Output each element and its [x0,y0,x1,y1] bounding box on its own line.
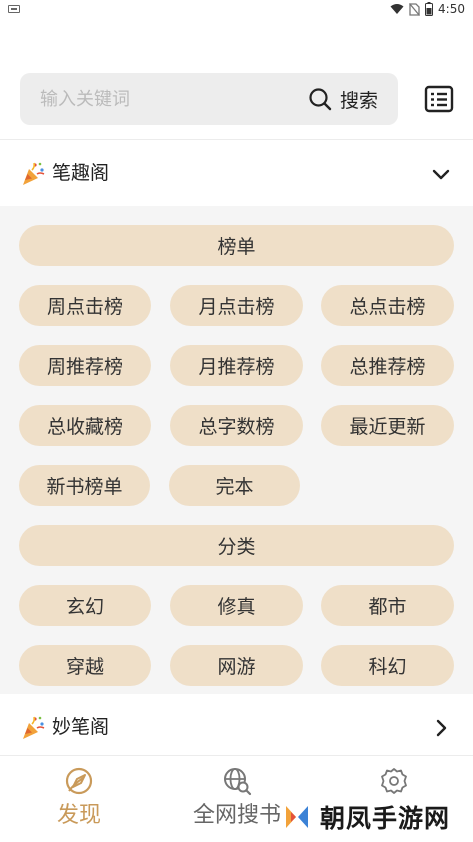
group-header-miaobige[interactable]: 妙笔阁 [0,695,473,759]
party-popper-icon [23,162,45,185]
category-xiuzhen[interactable]: 修真 [170,585,303,626]
category-wangyou[interactable]: 网游 [170,645,303,686]
rank-weekly-recommend[interactable]: 周推荐榜 [19,345,151,386]
search-input[interactable] [40,86,290,112]
category-kehuan[interactable]: 科幻 [321,645,454,686]
search-icon [309,88,332,111]
battery-icon [425,2,434,16]
clock: 4:50 [438,2,465,16]
chevron-right-icon [436,719,447,737]
search-bar: 搜索 [20,73,398,125]
wifi-icon [390,4,404,14]
rank-total-words[interactable]: 总字数榜 [170,405,303,446]
watermark-text: 朝凤手游网 [320,804,451,833]
nav-discover-label: 发现 [56,803,101,828]
nav-discover[interactable]: 发现 [0,756,158,842]
rank-weekly-clicks[interactable]: 周点击榜 [19,285,151,326]
no-sim-icon [409,2,421,16]
section-button-ranking[interactable]: 榜单 [19,225,454,266]
search-button-label: 搜索 [339,89,378,112]
section-button-category[interactable]: 分类 [19,525,454,566]
rank-total-favorites[interactable]: 总收藏榜 [19,405,151,446]
category-chuanyue[interactable]: 穿越 [19,645,151,686]
rank-new-books[interactable]: 新书榜单 [19,465,150,506]
group-title: 妙笔阁 [52,716,110,738]
notification-icon [8,5,20,13]
rank-recent-updates[interactable]: 最近更新 [321,405,454,446]
watermark-logo-icon [286,806,308,828]
divider [0,139,473,140]
rank-completed[interactable]: 完本 [169,465,300,506]
status-bar: 4:50 [0,0,473,22]
list-menu-icon[interactable] [424,84,454,114]
group-header-biquge[interactable]: 笔趣阁 [0,141,473,205]
chevron-down-icon [432,169,450,180]
watermark: 朝凤手游网 [282,800,459,834]
status-indicators: 4:50 [390,2,465,16]
party-popper-icon [23,716,45,739]
compass-icon [65,767,93,795]
category-xuanhuan[interactable]: 玄幻 [19,585,151,626]
gear-icon [381,768,407,794]
ranking-panel: 榜单 周点击榜 月点击榜 总点击榜 周推荐榜 月推荐榜 总推荐榜 总收藏榜 总字… [0,206,473,694]
rank-monthly-clicks[interactable]: 月点击榜 [170,285,303,326]
category-dushi[interactable]: 都市 [321,585,454,626]
globe-search-icon [224,768,252,796]
group-title: 笔趣阁 [52,162,110,184]
rank-total-recommend[interactable]: 总推荐榜 [321,345,454,386]
rank-total-clicks[interactable]: 总点击榜 [321,285,454,326]
search-button[interactable]: 搜索 [308,85,378,113]
rank-monthly-recommend[interactable]: 月推荐榜 [170,345,303,386]
